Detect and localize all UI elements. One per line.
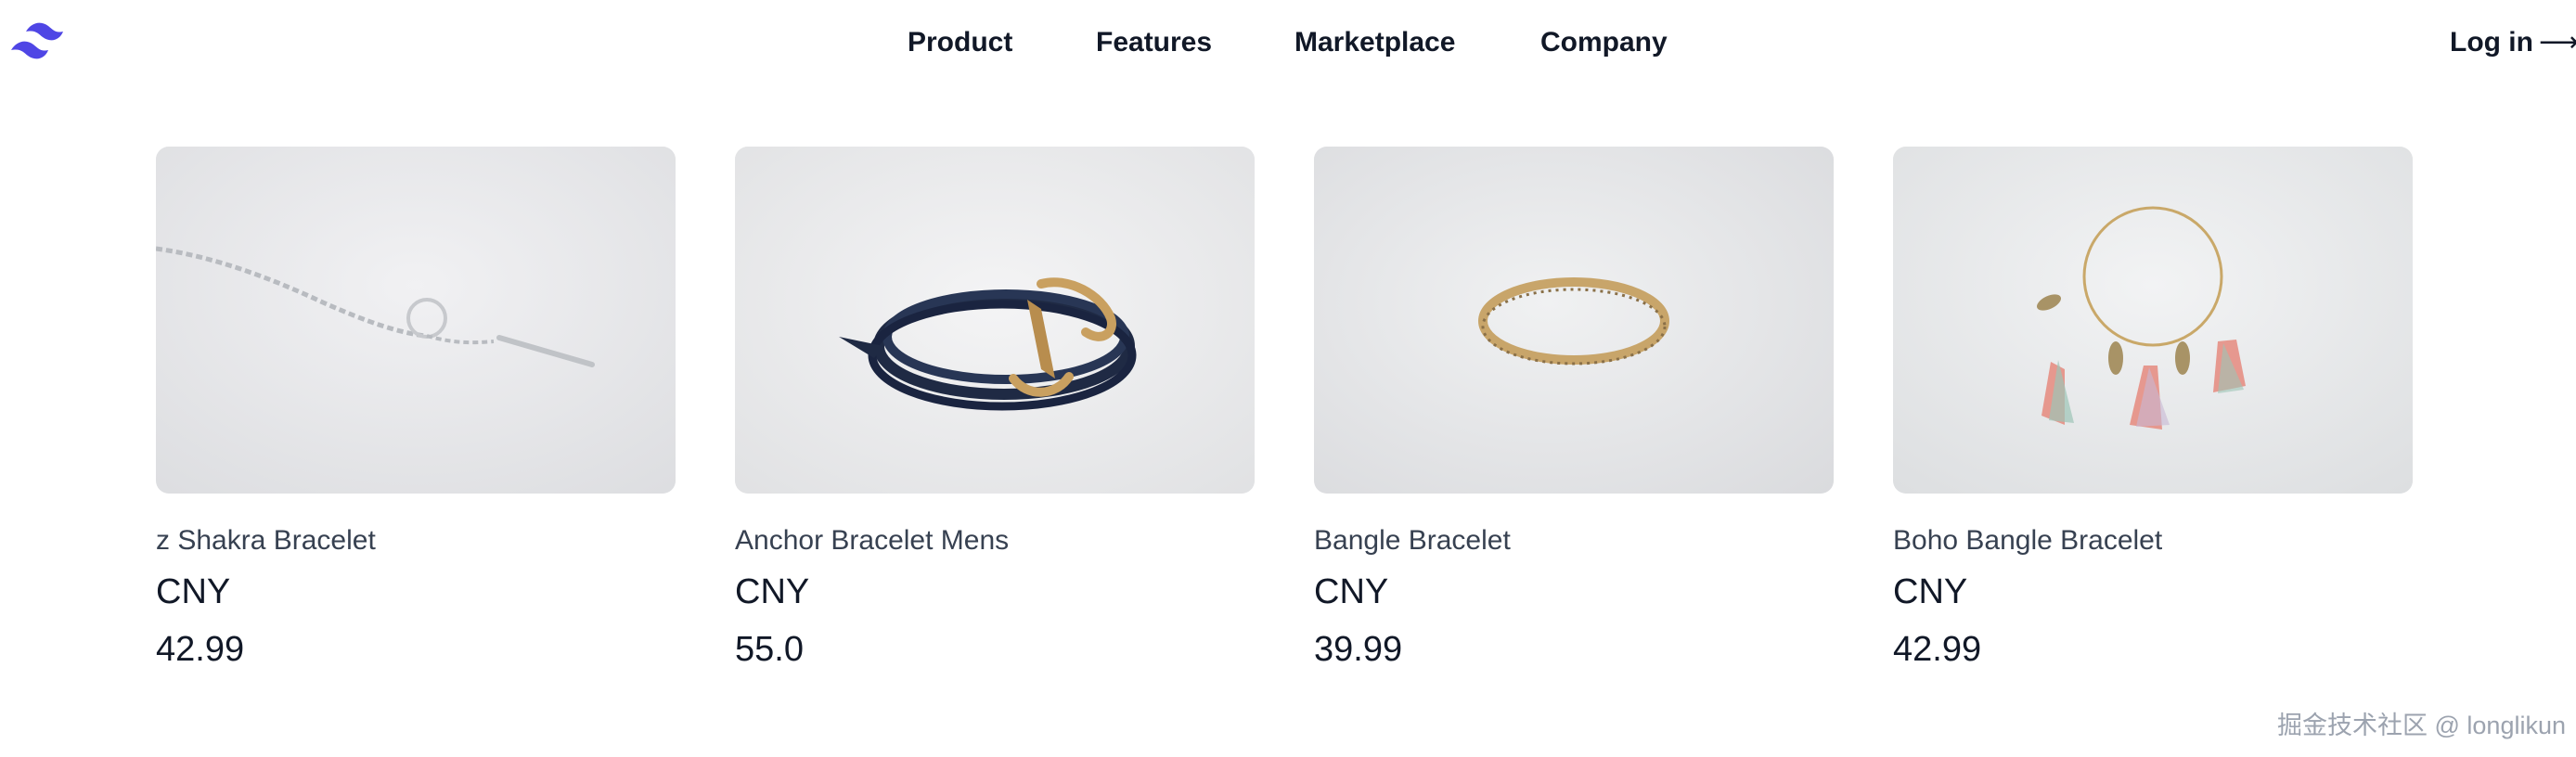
- gold-bangle-image: [1314, 147, 1834, 494]
- product-currency: CNY: [1893, 572, 1968, 611]
- main-nav: Product Features Marketplace Company: [0, 22, 2576, 63]
- product-currency: CNY: [156, 572, 231, 611]
- navy-anchor-bracelet-image: [735, 147, 1255, 494]
- product-card[interactable]: Boho Bangle Bracelet CNY 42.99: [1893, 147, 2413, 672]
- product-currency: CNY: [735, 572, 810, 611]
- watermark: 掘金技术社区 @ longlikun: [2277, 712, 2566, 739]
- product-card[interactable]: Bangle Bracelet CNY 39.99: [1314, 147, 1834, 672]
- product-name[interactable]: Anchor Bracelet Mens: [735, 523, 1255, 558]
- login-label: Log in: [2450, 27, 2533, 58]
- arrow-right-icon: ⟶: [2538, 27, 2576, 58]
- nav-product[interactable]: Product: [908, 22, 1012, 63]
- login-link[interactable]: Log in ⟶: [2450, 22, 2576, 63]
- nav-company[interactable]: Company: [1540, 22, 1668, 63]
- product-image[interactable]: [1893, 147, 2413, 494]
- product-currency: CNY: [1314, 572, 1389, 611]
- product-price: 42.99: [1893, 630, 1982, 669]
- product-price: 42.99: [156, 630, 245, 669]
- page: Product Features Marketplace Company Log…: [0, 0, 2576, 757]
- product-image[interactable]: [156, 147, 676, 494]
- product-price: 39.99: [1314, 630, 1403, 669]
- product-price: 55.0: [735, 630, 804, 669]
- product-image[interactable]: [735, 147, 1255, 494]
- product-card[interactable]: z Shakra Bracelet CNY 42.99: [156, 147, 676, 672]
- product-name[interactable]: Boho Bangle Bracelet: [1893, 523, 2413, 558]
- product-name[interactable]: Bangle Bracelet: [1314, 523, 1834, 558]
- product-name[interactable]: z Shakra Bracelet: [156, 523, 676, 558]
- silver-chain-bracelet-image: [156, 147, 676, 494]
- nav-marketplace[interactable]: Marketplace: [1294, 22, 1455, 63]
- product-image[interactable]: [1314, 147, 1834, 494]
- product-card[interactable]: Anchor Bracelet Mens CNY 55.0: [735, 147, 1255, 672]
- nav-features[interactable]: Features: [1096, 22, 1212, 63]
- boho-tassel-bangle-image: [1893, 147, 2413, 494]
